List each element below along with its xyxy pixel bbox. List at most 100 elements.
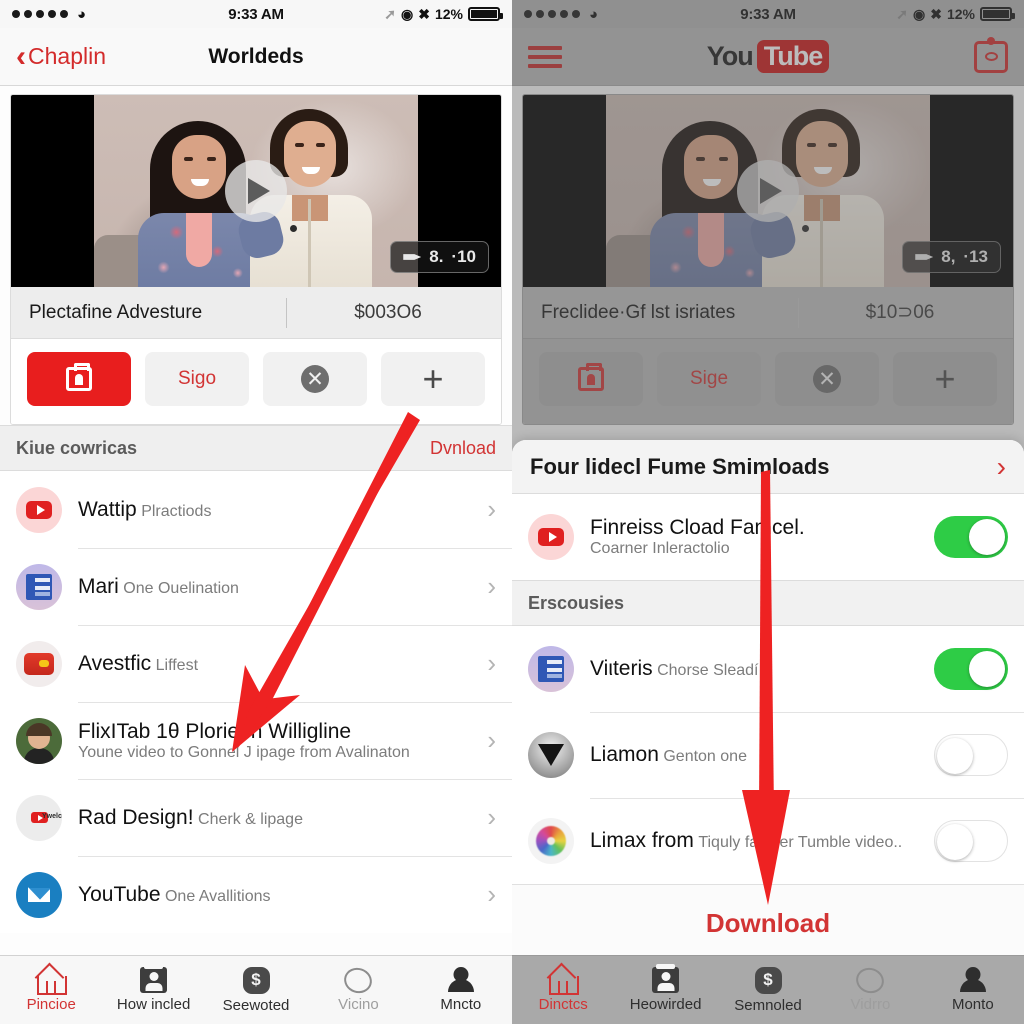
chevron-left-icon: ‹	[16, 39, 26, 73]
list-item-subtitle: Genton one	[663, 748, 747, 765]
toggle-switch[interactable]	[934, 648, 1008, 690]
sign-button[interactable]: Sigo	[145, 352, 249, 406]
tab-label: Vidrro	[850, 995, 891, 1013]
play-icon[interactable]	[225, 160, 287, 222]
tab-card[interactable]: How incled	[102, 964, 204, 1013]
list-item-title: Viιteris	[590, 657, 653, 680]
chevron-right-icon: ›	[487, 648, 496, 678]
right-tab-bar: Dinctcs Heowirded $ Semnoled Vidrro Mont…	[512, 955, 1024, 1024]
video-card: 8. ·10 Plectafine Advesture $003O6 Sigo …	[10, 94, 502, 425]
video-thumbnail[interactable]: 8. ·10	[11, 95, 501, 287]
list-item-text: FlixITab 1θ Plorie In Willigline Youne v…	[78, 720, 479, 762]
list-item-title: FlixITab 1θ Plorie In Willigline	[78, 719, 352, 743]
signal-dot	[36, 10, 44, 18]
list-item[interactable]: Limax from Tiquly famver Tumble video..	[512, 798, 1024, 884]
list-item-subtitle: One Avallitions	[164, 887, 271, 905]
briefcase-button[interactable]	[27, 352, 131, 406]
tab-label: Semnoled	[734, 996, 802, 1014]
dollar-icon: $	[242, 966, 270, 994]
tab-person[interactable]: Mncto	[410, 967, 512, 1013]
mail-icon	[16, 871, 62, 918]
tab-label: Dinctcs	[538, 995, 588, 1013]
section-title: Erscousies	[528, 592, 625, 613]
list-item-subtitle: One Ouelination	[123, 579, 239, 597]
tab-label: Mncto	[440, 996, 482, 1013]
sheet-primary-list: Finreiss Cload Famcel. Coarner Inleracto…	[512, 494, 1024, 580]
list: Wattip Plractiods › Mari One Ouelination…	[0, 471, 512, 933]
section-title: Kiue cowricas	[16, 437, 138, 458]
add-button[interactable]: +	[381, 352, 485, 406]
chevron-right-icon: ›	[487, 725, 496, 755]
tab-label: Vicino	[338, 995, 379, 1013]
download-link[interactable]: Dvnload	[430, 438, 496, 459]
list-item-title: Wattip	[78, 497, 137, 521]
list-item[interactable]: Mari One Ouelination ›	[0, 548, 512, 625]
tab-home[interactable]: Pincioe	[0, 968, 102, 1013]
back-label: Chaplin	[28, 43, 106, 69]
sheet-header[interactable]: Four lidecl Fume Smimloads ›	[512, 440, 1024, 494]
list-item[interactable]: Viιteris Chorse Sleadí..	[512, 626, 1024, 712]
tab-card[interactable]: Heowirded	[614, 964, 716, 1013]
toggle-switch[interactable]	[934, 734, 1008, 776]
list-item-title: Avestfic	[78, 651, 152, 675]
list-item-text: Liamon Genton one	[590, 743, 924, 767]
tab-dollar[interactable]: $ Seewoted	[205, 966, 307, 1014]
list-item[interactable]: Finreiss Cload Famcel. Coarner Inleracto…	[512, 494, 1024, 580]
airplane-icon: ➚	[384, 5, 397, 22]
sheet-list: Viιteris Chorse Sleadí.. Liamon Genton o…	[512, 626, 1024, 884]
toggle-switch[interactable]	[934, 820, 1008, 862]
cancel-button[interactable]: ✕	[263, 352, 367, 406]
list-item[interactable]: YouTube One Avallitions ›	[0, 856, 512, 933]
list-item[interactable]: Liamon Genton one	[512, 712, 1024, 798]
screenshot-stage: ◕ 9:33 AM ➚ ◉ ✖ 12% ‹ Chaplin Worldeds 8…	[0, 0, 1024, 1024]
tab-circle[interactable]: Vicino	[307, 963, 409, 1013]
video-badge: 8. ·10	[390, 241, 489, 273]
tag-icon	[403, 254, 422, 260]
tab-label: Pincioe	[26, 995, 76, 1013]
list-item[interactable]: Ywelc Rad Design! Cherk & lipage ›	[0, 779, 512, 856]
list-item-text: Wattip Plractiods	[78, 498, 479, 522]
tab-label: Seewoted	[222, 996, 290, 1014]
list-item-text: Finreiss Cload Famcel. Coarner Inleracto…	[590, 516, 924, 558]
download-button[interactable]: Download	[512, 884, 1024, 955]
chevron-right-icon: ›	[487, 494, 496, 524]
plus-icon: +	[422, 358, 444, 400]
youtube-icon	[528, 514, 574, 560]
divider	[286, 297, 287, 328]
battery-icon	[468, 7, 503, 21]
list-item[interactable]: Wattip Plractiods ›	[0, 471, 512, 548]
list-item[interactable]: Avestfic Liffest ›	[0, 625, 512, 702]
dropbox-icon	[528, 732, 574, 778]
tab-label: Monto	[951, 996, 994, 1013]
battery-percent: 12%	[434, 6, 463, 22]
tab-label: How incled	[116, 996, 191, 1013]
list-item-subtitle: Tiquly famver Tumble video..	[698, 834, 903, 851]
balloon-icon	[16, 640, 62, 687]
back-button[interactable]: ‹ Chaplin	[16, 39, 106, 73]
toggle-switch[interactable]	[934, 516, 1008, 558]
person-photo-icon	[16, 717, 62, 764]
card-icon	[140, 964, 168, 993]
wifi-icon: ◕	[77, 5, 87, 23]
home-icon	[549, 968, 580, 995]
list-item-title: Mari	[78, 574, 119, 598]
youtube-icon	[16, 486, 62, 533]
home-icon	[37, 968, 68, 995]
book-icon	[16, 563, 62, 610]
tab-person[interactable]: Monto	[922, 967, 1024, 1013]
location-icon: ✖	[418, 5, 430, 22]
sheet-section-header: Erscousies	[512, 580, 1024, 626]
circle-icon	[341, 963, 376, 997]
list-item-title: Limax from	[590, 829, 694, 852]
list-item-text: Viιteris Chorse Sleadí..	[590, 657, 924, 681]
list-item-subtitle: Liffest	[155, 656, 199, 674]
tab-home[interactable]: Dinctcs	[512, 968, 614, 1013]
list-item-text: Rad Design! Cherk & lipage	[78, 806, 479, 830]
list-item[interactable]: FlixITab 1θ Plorie In Willigline Youne v…	[0, 702, 512, 779]
list-item-text: Avestfic Liffest	[78, 652, 479, 676]
badge-count: 8.	[429, 247, 444, 266]
tab-circle[interactable]: Vidrro	[819, 963, 921, 1013]
list-section-header: Kiue cowricas Dvnload	[0, 425, 512, 471]
tab-dollar[interactable]: $ Semnoled	[717, 966, 819, 1014]
dollar-icon: $	[754, 966, 782, 994]
